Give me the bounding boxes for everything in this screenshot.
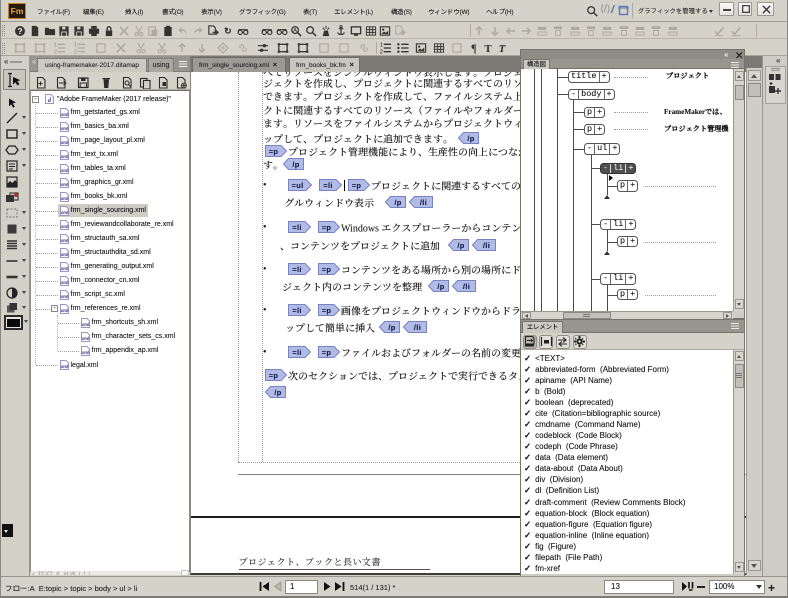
svg-text:/p: /p [457,241,464,250]
svg-text:=li: =li [323,181,332,190]
svg-text:xml: xml [61,126,69,131]
svg-text:=p: =p [321,223,331,232]
svg-text:=p: =p [268,371,278,380]
svg-text:=p: =p [268,147,278,156]
svg-text:xml: xml [61,294,69,299]
svg-text:xml: xml [61,210,69,215]
svg-text:1: 1 [74,43,77,49]
svg-text:xml: xml [61,280,69,285]
svg-text:xml: xml [61,168,69,173]
svg-text:2: 2 [54,50,57,54]
svg-text:xml: xml [61,308,69,313]
svg-text:/p: /p [292,160,299,169]
svg-text:xml: xml [61,182,69,187]
svg-text:=li: =li [292,348,301,357]
svg-text:/p: /p [274,388,281,397]
svg-text:¶: ¶ [471,43,476,54]
svg-text:/li: /li [483,241,490,250]
svg-text:xml: xml [61,266,69,271]
svg-text:=p: =p [321,348,331,357]
svg-text:/li: /li [463,282,470,291]
svg-text:=li: =li [292,265,301,274]
svg-text:/p: /p [437,282,444,291]
svg-text:=li: =li [292,306,301,315]
svg-text:=ul: =ul [292,181,304,190]
svg-text:/li: /li [420,198,427,207]
svg-text:/li: /li [414,323,421,332]
svg-text:xml: xml [82,350,90,355]
svg-text:xml: xml [61,224,69,229]
svg-text:1: 1 [54,43,57,49]
svg-text:xml: xml [61,364,69,369]
svg-text:T: T [484,44,491,54]
svg-text:?: ? [17,26,22,36]
svg-text:/p: /p [467,134,474,143]
svg-text:xml: xml [82,336,90,341]
svg-text:xml: xml [82,322,90,327]
svg-text:2: 2 [74,50,77,54]
svg-text:A: A [294,28,298,34]
svg-text:=li: =li [292,223,301,232]
svg-text:xml: xml [61,252,69,257]
svg-text:xml: xml [61,196,69,201]
svg-text:xml: xml [61,112,69,117]
svg-text:↻: ↻ [224,26,232,36]
svg-text:1: 1 [380,43,383,49]
svg-text:=p: =p [321,265,331,274]
svg-text:T: T [499,44,506,54]
svg-text:=p: =p [351,181,361,190]
svg-text:/p: /p [394,198,401,207]
svg-text:=p: =p [321,306,331,315]
svg-text:xml: xml [61,154,69,159]
svg-text:/p: /p [388,323,395,332]
svg-text:2: 2 [380,50,383,54]
svg-text:xml: xml [61,238,69,243]
svg-text:xml: xml [61,140,69,145]
